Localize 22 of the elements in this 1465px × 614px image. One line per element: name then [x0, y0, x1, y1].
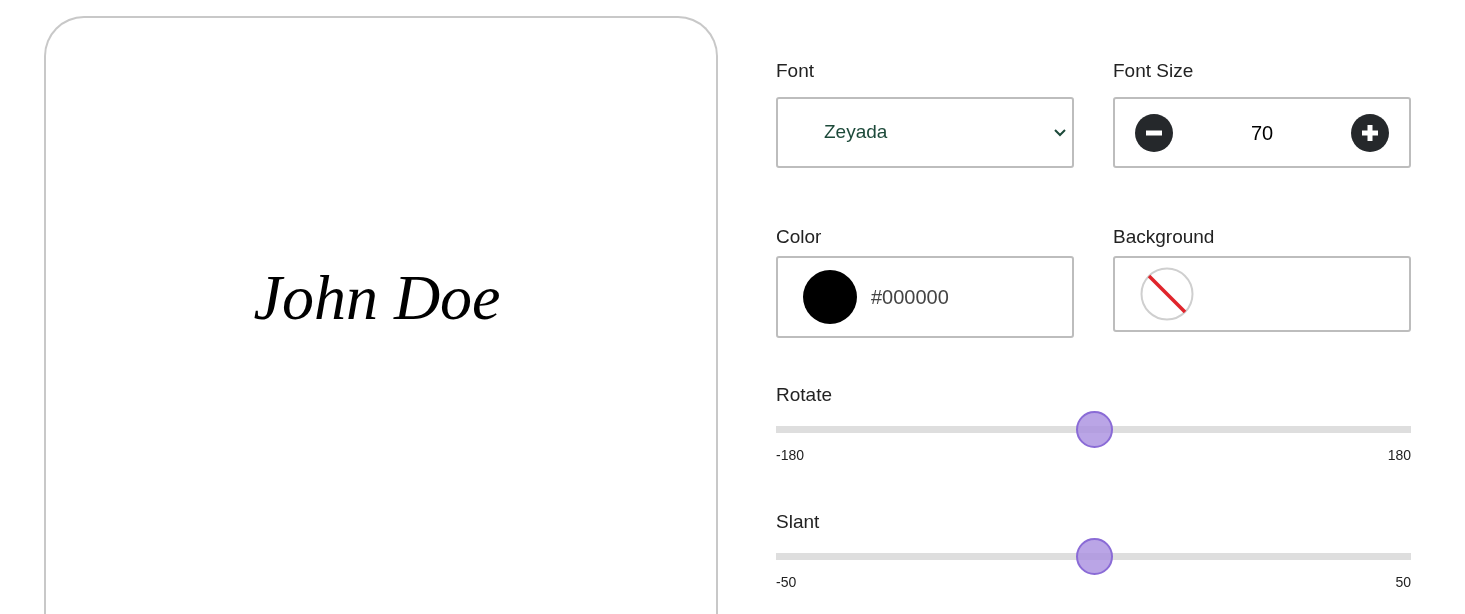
slider-track[interactable] — [776, 411, 1411, 448]
slider-track[interactable] — [776, 538, 1411, 575]
font-select[interactable]: Zeyada — [776, 97, 1074, 168]
background-field[interactable] — [1113, 256, 1411, 332]
slider-max: 50 — [1395, 574, 1411, 590]
field-label: Font — [776, 59, 815, 83]
slider-thumb[interactable] — [1075, 411, 1113, 448]
font-size-value: 70 — [1249, 120, 1275, 146]
slider-min: -50 — [776, 574, 797, 590]
slider-label: Slant — [776, 510, 820, 534]
slider-max: 180 — [1387, 447, 1411, 463]
slider-label: Rotate — [776, 383, 832, 407]
slider-min: -180 — [776, 447, 805, 463]
plus-icon[interactable] — [1351, 113, 1389, 152]
minus-icon[interactable] — [1135, 113, 1173, 152]
slider-thumb[interactable] — [1075, 538, 1113, 575]
chevron-down-icon — [1054, 128, 1066, 137]
field-label: Font Size — [1113, 59, 1194, 83]
color-field[interactable]: #000000 — [776, 256, 1074, 338]
signature-text: John Doe — [253, 261, 501, 335]
field-label: Background — [1113, 225, 1215, 249]
field-label: Color — [776, 225, 822, 249]
